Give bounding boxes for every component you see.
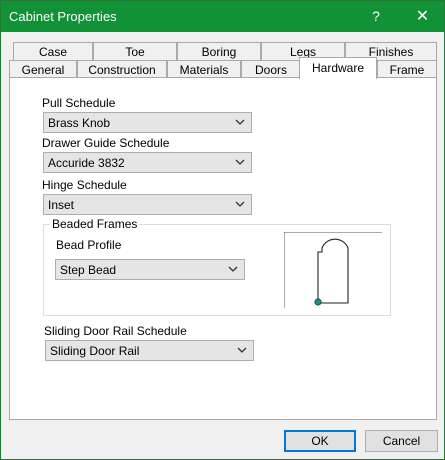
tab-label: Materials — [179, 63, 229, 77]
tab-label: Boring — [201, 45, 237, 59]
help-button[interactable]: ? — [357, 1, 395, 32]
chevron-down-icon — [235, 119, 245, 125]
sliding-door-rail-schedule-select[interactable]: Sliding Door Rail — [45, 340, 254, 361]
tab-label: Frame — [389, 63, 425, 77]
close-button[interactable]: ✕ — [401, 1, 444, 32]
window-title: Cabinet Properties — [9, 9, 117, 24]
beaded-frames-legend: Beaded Frames — [50, 217, 140, 231]
tab-label: General — [21, 63, 65, 77]
chevron-down-icon — [237, 347, 247, 353]
tab-boring[interactable]: Boring — [177, 42, 261, 61]
tab-hardware[interactable]: Hardware — [299, 57, 377, 79]
sliding-door-rail-schedule-label: Sliding Door Rail Schedule — [44, 324, 187, 338]
hinge-schedule-select[interactable]: Inset — [43, 194, 252, 215]
dialog-window: Cabinet Properties ? ✕ Case Toe Boring L… — [0, 0, 445, 460]
tab-label: Case — [38, 45, 67, 59]
chevron-down-icon — [228, 266, 238, 272]
hinge-schedule-label: Hinge Schedule — [42, 178, 127, 192]
pull-schedule-label: Pull Schedule — [42, 96, 116, 110]
combo-value: Sliding Door Rail — [50, 344, 140, 358]
drawer-guide-schedule-select[interactable]: Accuride 3832 — [43, 152, 252, 173]
bead-profile-label: Bead Profile — [56, 238, 122, 252]
title-bar: Cabinet Properties ? ✕ — [1, 1, 444, 32]
chevron-down-icon — [235, 159, 245, 165]
combo-value: Inset — [48, 198, 75, 212]
bead-profile-preview — [284, 232, 382, 308]
tab-label: Construction — [88, 63, 156, 77]
cancel-button[interactable]: Cancel — [365, 430, 438, 452]
pull-schedule-select[interactable]: Brass Knob — [43, 112, 252, 133]
tab-case[interactable]: Case — [13, 42, 93, 61]
ok-button[interactable]: OK — [284, 430, 356, 452]
tab-toe[interactable]: Toe — [93, 42, 177, 61]
bead-profile-select[interactable]: Step Bead — [55, 259, 245, 280]
combo-value: Step Bead — [60, 263, 117, 277]
combo-value: Brass Knob — [48, 116, 111, 130]
hardware-tab-panel: Pull Schedule Brass Knob Drawer Guide Sc… — [9, 77, 437, 420]
tab-label: Toe — [125, 45, 145, 59]
drawer-guide-schedule-label: Drawer Guide Schedule — [42, 136, 170, 150]
tab-label: Doors — [254, 63, 287, 77]
chevron-down-icon — [235, 201, 245, 207]
tab-label: Hardware — [311, 61, 365, 75]
combo-value: Accuride 3832 — [48, 156, 125, 170]
